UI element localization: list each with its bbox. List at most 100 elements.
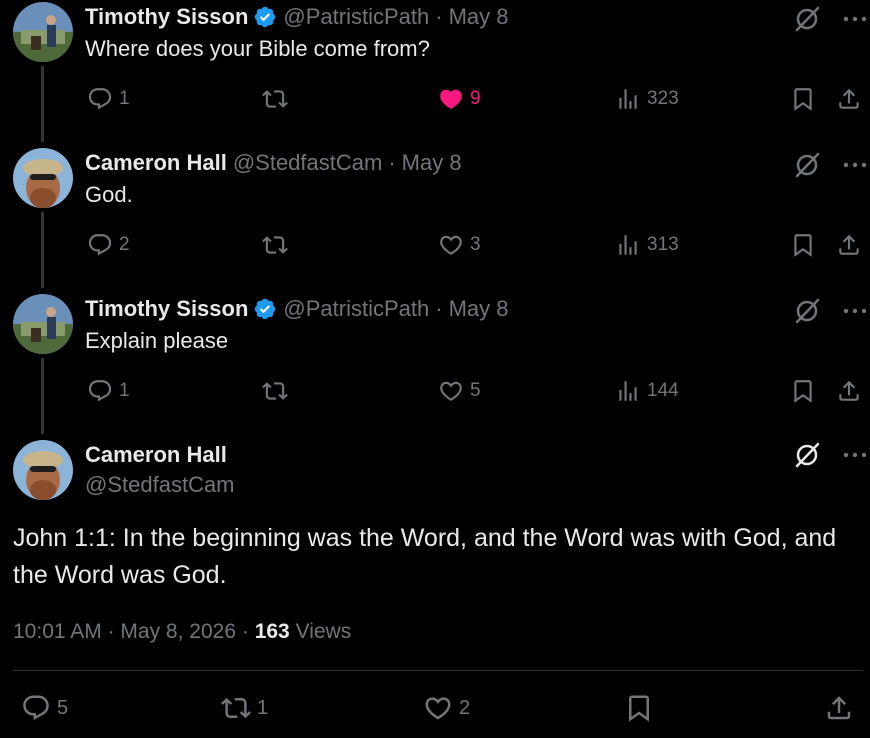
retweet-count: 1 [257,696,269,719]
share-button[interactable] [824,688,854,728]
handle[interactable]: @PatristicPath [283,4,429,30]
tweet-text: God. [85,182,133,207]
views-label: Views [295,620,352,643]
thread-tweet-3[interactable]: Timothy Sisson @PatristicPath · May 8 Ex… [0,294,870,434]
share-button[interactable] [836,374,862,408]
bookmark-button[interactable] [624,688,654,728]
bookmark-icon [794,234,812,257]
handle[interactable]: @StedfastCam [233,150,383,176]
focused-action-bar: 5 1 2 [0,688,870,728]
views-icon [619,381,637,401]
retweet-button[interactable]: 1 [221,688,268,728]
avatar[interactable] [13,2,73,62]
grok-icon[interactable] [790,440,824,470]
views-count: 313 [647,234,679,255]
reply-count: 2 [119,234,130,255]
retweet-icon [262,90,288,108]
tweet-top-icons [790,440,870,470]
bookmark-icon [629,695,649,722]
separator: · [388,150,396,175]
display-name[interactable]: Cameron Hall [85,150,227,176]
action-bar: 2 3 313 [0,228,870,262]
retweet-icon [262,382,288,400]
more-icon[interactable] [840,440,870,470]
more-icon[interactable] [840,150,870,180]
tweet-top-icons [790,4,870,34]
display-name[interactable]: Cameron Hall [85,442,227,468]
tweet-meta: 10:01 AM · May 8, 2026 · 163 Views [13,620,351,644]
views-count: 323 [647,88,679,109]
tweet-header: Cameron Hall @StedfastCam · May 8 [85,148,462,178]
reply-icon [88,88,112,110]
bookmark-button[interactable] [790,82,816,116]
grok-icon[interactable] [790,296,824,326]
tweet-text-line: the Word was God. [13,561,227,589]
separator: · [435,296,443,321]
views-icon [619,235,637,255]
handle[interactable]: @PatristicPath [283,296,429,322]
share-icon [839,380,859,401]
tweet-header: Timothy Sisson @PatristicPath · May 8 [85,294,508,324]
retweet-button[interactable] [262,374,288,408]
post-time[interactable]: 10:01 AM [13,620,102,643]
reply-button[interactable]: 1 [87,374,130,408]
tweet-top-icons [790,150,870,180]
tweet-text-line: John 1:1: In the beginning was the Word,… [13,524,837,552]
avatar[interactable] [13,294,73,354]
avatar[interactable] [13,440,73,500]
reply-icon [88,234,112,256]
heart-icon [440,381,462,401]
more-icon[interactable] [840,296,870,326]
grok-icon[interactable] [790,150,824,180]
reply-button[interactable]: 2 [87,228,130,262]
grok-icon[interactable] [790,4,824,34]
reply-button[interactable]: 1 [87,82,130,116]
tweet-text: Explain please [85,328,229,353]
separator: · [241,620,249,643]
post-date[interactable]: May 8, 2026 [120,620,236,643]
heart-icon [425,697,451,720]
retweet-icon [221,697,251,719]
reply-button[interactable]: 5 [21,688,68,728]
like-button[interactable]: 3 [438,228,481,262]
action-bar: 1 9 323 [0,82,870,116]
share-button[interactable] [836,228,862,262]
tweet-text: John 1:1: In the beginning was the Word,… [13,520,863,594]
separator: · [107,620,115,643]
bookmark-icon [794,380,812,403]
verified-badge-icon [253,5,277,29]
avatar[interactable] [13,148,73,208]
handle[interactable]: @StedfastCam [85,472,235,498]
retweet-button[interactable] [262,82,288,116]
timestamp[interactable]: May 8 [449,296,509,322]
tweet-top-icons [790,296,870,326]
tweet-header: Timothy Sisson @PatristicPath · May 8 [85,2,508,32]
thread-tweet-2[interactable]: Cameron Hall @StedfastCam · May 8 God. 2… [0,148,870,288]
views-button[interactable]: 144 [615,374,679,408]
reply-count: 1 [119,88,130,109]
like-count: 5 [470,380,481,401]
share-icon [827,696,851,720]
views-button[interactable]: 313 [615,228,679,262]
like-count: 9 [470,88,481,109]
bookmark-button[interactable] [790,228,816,262]
more-icon[interactable] [840,4,870,34]
share-button[interactable] [836,82,862,116]
like-button[interactable]: 5 [438,374,481,408]
thread-tweet-1[interactable]: Timothy Sisson @PatristicPath · May 8 Wh… [0,2,870,142]
display-name[interactable]: Timothy Sisson [85,296,248,322]
separator: · [435,4,443,29]
like-button[interactable]: 2 [423,688,470,728]
like-button[interactable]: 9 [438,82,481,116]
divider [13,670,863,671]
display-name[interactable]: Timothy Sisson [85,4,248,30]
views-count: 163 [254,620,290,643]
verified-badge-icon [253,297,277,321]
heart-icon [440,89,462,109]
like-count: 2 [459,696,471,719]
retweet-button[interactable] [262,228,288,262]
timestamp[interactable]: May 8 [449,4,509,30]
bookmark-button[interactable] [790,374,816,408]
views-button[interactable]: 323 [615,82,679,116]
timestamp[interactable]: May 8 [402,150,462,176]
